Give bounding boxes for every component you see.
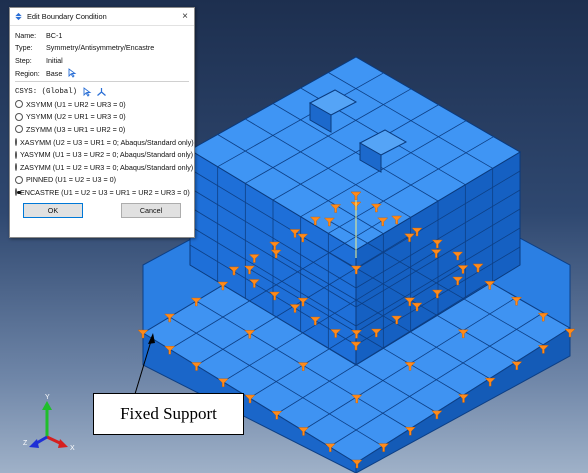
step-value: Initial [46,55,63,65]
ok-button[interactable]: OK [23,202,83,218]
radio-button[interactable] [15,163,17,172]
axis-triad-icon [29,401,68,448]
radio-button[interactable] [15,100,23,109]
bc-option-2[interactable]: ZSYMM (U3 = UR1 = UR2 = 0) [15,123,189,136]
bc-option-6[interactable]: PINNED (U1 = U2 = U3 = 0) [15,174,189,187]
bc-option-7[interactable]: ENCASTRE (U1 = U2 = U3 = UR1 = UR2 = UR3… [15,186,190,199]
triad-y-label: Y [45,394,50,401]
region-label: Region: [15,68,40,78]
radio-button[interactable] [15,125,23,134]
step-label: Step: [15,55,32,65]
type-value: Symmetry/Antisymmetry/Encastre [46,43,155,53]
select-region-arrow-icon[interactable] [67,68,77,78]
radio-button[interactable] [15,188,21,197]
radio-button[interactable] [15,112,23,121]
csys-label: CSYS: (Global) [15,87,78,96]
bc-option-0[interactable]: XSYMM (U1 = UR2 = UR3 = 0) [15,98,189,111]
bc-option-4[interactable]: YASYMM (U1 = U3 = UR2 = 0; Abaqus/Standa… [15,148,193,161]
region-value: Base [46,68,63,78]
bc-option-label: PINNED (U1 = U2 = U3 = 0) [26,175,117,185]
fixed-support-callout: Fixed Support [93,393,244,435]
name-value: BC-1 [46,30,63,40]
create-csys-icon[interactable] [96,87,107,97]
edit-boundary-condition-dialog: Edit Boundary Condition × Name: BC-1 Type… [9,7,195,238]
bc-option-label: ZASYMM (U1 = U2 = UR3 = 0; Abaqus/Standa… [20,162,194,172]
dialog-title: Edit Boundary Condition [27,12,107,21]
triad-z-label: Z [23,440,28,447]
boundary-condition-icon [14,12,23,21]
bc-option-label: ZSYMM (U3 = UR1 = UR2 = 0) [26,124,126,134]
name-label: Name: [15,30,37,40]
radio-button[interactable] [15,150,17,159]
bc-option-1[interactable]: YSYMM (U2 = UR1 = UR3 = 0) [15,111,189,124]
bc-option-label: YASYMM (U1 = U3 = UR2 = 0; Abaqus/Standa… [20,150,194,160]
radio-button[interactable] [15,138,17,147]
close-icon[interactable]: × [182,11,188,22]
select-csys-arrow-icon[interactable] [82,86,92,97]
divider [15,81,189,83]
bc-option-5[interactable]: ZASYMM (U1 = U2 = UR3 = 0; Abaqus/Standa… [15,161,193,174]
triad-x-label: X [70,445,75,452]
cancel-button[interactable]: Cancel [121,202,181,218]
bc-option-label: XSYMM (U1 = UR2 = UR3 = 0) [26,99,126,109]
type-label: Type: [15,43,33,53]
bc-option-label: XASYMM (U2 = U3 = UR1 = 0; Abaqus/Standa… [20,137,194,147]
bc-option-3[interactable]: XASYMM (U2 = U3 = UR1 = 0; Abaqus/Standa… [15,136,194,149]
radio-button[interactable] [15,175,23,184]
bc-option-label: YSYMM (U2 = UR1 = UR3 = 0) [26,112,126,122]
dialog-titlebar[interactable]: Edit Boundary Condition × [10,8,194,26]
bc-option-label: ENCASTRE (U1 = U2 = U3 = UR1 = UR2 = UR3… [20,187,190,197]
